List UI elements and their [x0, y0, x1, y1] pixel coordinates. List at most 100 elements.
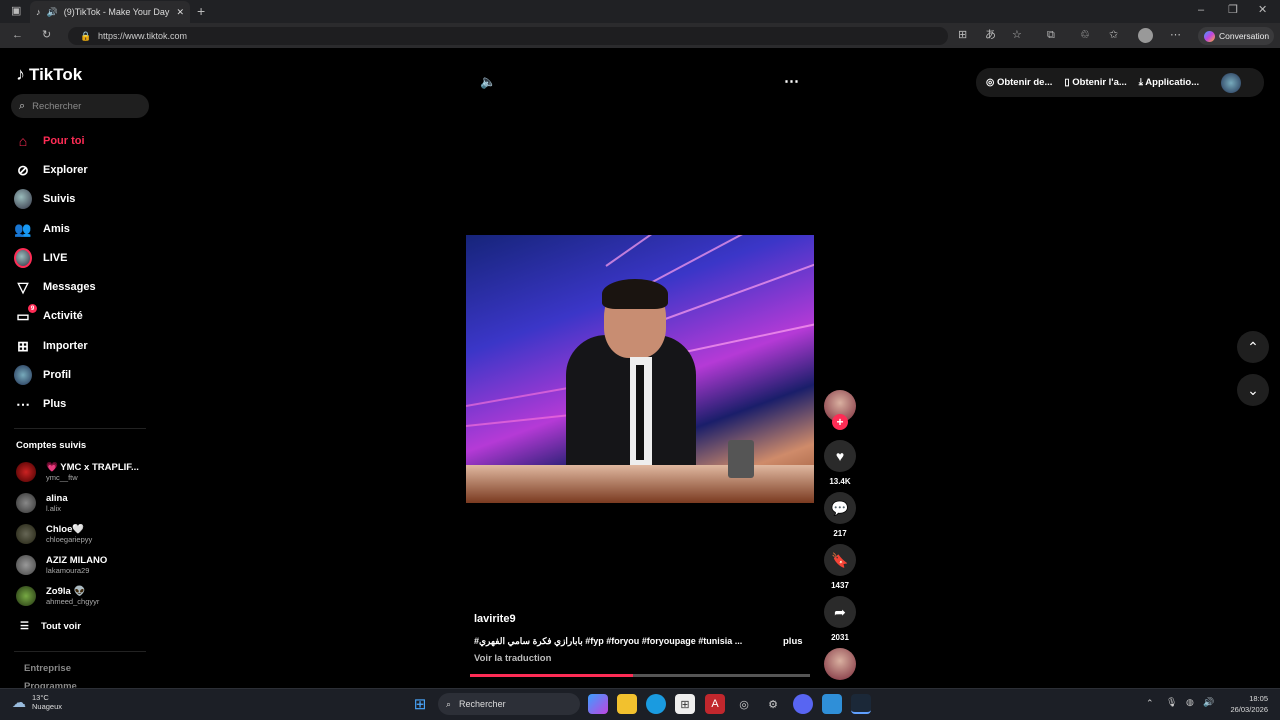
settings-icon[interactable]: ⚙: [763, 694, 783, 714]
temperature: 13°C: [32, 693, 49, 702]
windows-start-icon[interactable]: ⊞: [410, 694, 430, 714]
follow-plus-icon[interactable]: +: [832, 414, 848, 430]
comment-icon: 💬: [831, 499, 849, 516]
search-placeholder: Rechercher: [32, 100, 82, 112]
lock-icon: 🔒: [80, 31, 92, 41]
copilot-icon: [1204, 30, 1215, 42]
search-input[interactable]: ⌕ Rechercher: [11, 94, 149, 118]
chevron-up-icon: ⌃: [1247, 338, 1259, 355]
extensions-icon[interactable]: ⧉: [1047, 30, 1055, 41]
translate-icon[interactable]: あ: [985, 30, 996, 41]
chevron-down-icon: ⌄: [1247, 381, 1259, 398]
nav-label: Plus: [43, 398, 67, 410]
avatar: [16, 524, 36, 544]
video-author[interactable]: lavirite9: [474, 613, 516, 625]
sidebar-item-messages[interactable]: ▽ Messages: [14, 276, 96, 298]
more-options-icon[interactable]: ⋯: [784, 72, 799, 90]
sidebar-item-profil[interactable]: Profil: [14, 364, 71, 386]
get-coins-button[interactable]: ◎ Obtenir de...: [986, 77, 1052, 88]
sidebar-item-suivis[interactable]: Suivis: [14, 188, 75, 210]
followed-account[interactable]: 💗 YMC x TRAPLIF... ymc__ftw: [16, 462, 139, 482]
desktop-app-label: Applicatio...: [1145, 77, 1200, 88]
sidebar-item-pour-toi[interactable]: ⌂ Pour toi: [14, 130, 85, 152]
favorite-icon[interactable]: ☆: [1012, 30, 1022, 41]
next-video-button[interactable]: ⌄: [1237, 374, 1269, 406]
acrobat-icon[interactable]: A: [705, 694, 725, 714]
followed-account[interactable]: Chloe🤍 chloegariepyy: [16, 524, 92, 544]
steam-icon[interactable]: [851, 694, 871, 714]
weather-widget[interactable]: ☁ 13°C Nuageux: [12, 693, 62, 711]
footer-link-programme[interactable]: Programme: [24, 681, 77, 688]
presenter-tie: [636, 365, 644, 460]
sound-avatar[interactable]: [824, 648, 856, 680]
send-icon: ▽: [17, 278, 29, 295]
account-name: Chloe🤍: [46, 524, 85, 535]
activity-icon: ▭ 9: [14, 304, 37, 325]
footer-link-entreprise[interactable]: Entreprise: [24, 663, 71, 674]
settings-more-icon[interactable]: ⋯: [1170, 30, 1181, 41]
store-icon[interactable]: ⊞: [675, 694, 695, 714]
minimize-icon[interactable]: –: [1198, 5, 1204, 16]
browser-essentials-icon[interactable]: ♲: [1080, 30, 1090, 41]
friends-icon: 👥: [14, 220, 32, 237]
profile-icon[interactable]: [1138, 28, 1153, 43]
restore-icon[interactable]: ❐: [1228, 5, 1238, 16]
volume-icon[interactable]: 🔈: [480, 74, 496, 90]
back-icon[interactable]: ←: [12, 30, 23, 41]
conversation-button[interactable]: Conversation: [1198, 27, 1274, 45]
discord-icon[interactable]: [793, 694, 813, 714]
get-app-button[interactable]: ▯ Obtenir l'a...: [1064, 77, 1126, 88]
see-all-button[interactable]: ☰ Tout voir: [20, 621, 81, 632]
sidebar-item-plus[interactable]: ⋯ Plus: [14, 393, 66, 415]
see-all-label: Tout voir: [40, 621, 81, 632]
sidebar-item-amis[interactable]: 👥 Amis: [14, 218, 70, 240]
sidebar-item-live[interactable]: LIVE: [14, 247, 67, 269]
like-button[interactable]: ♥: [824, 440, 856, 472]
followed-account[interactable]: AZIZ MILANO lakamoura29: [16, 555, 107, 575]
microphone-icon[interactable]: 🎙: [1166, 697, 1177, 708]
weather-text: Nuageux: [32, 702, 63, 711]
close-tab-icon[interactable]: ✕: [176, 7, 184, 18]
edge-icon[interactable]: [646, 694, 666, 714]
audio-icon[interactable]: 🔊: [47, 7, 58, 18]
url-input[interactable]: 🔒 https://www.tiktok.com: [68, 27, 948, 45]
previous-video-button[interactable]: ⌃: [1237, 331, 1269, 363]
app-icon[interactable]: ◎: [734, 694, 754, 714]
volume-tray-icon[interactable]: 🔊: [1203, 697, 1214, 708]
browser-tab[interactable]: ♪ 🔊 (9)TikTok - Make Your Day ✕: [30, 1, 190, 23]
tray-overflow-icon[interactable]: ⌃: [1146, 698, 1154, 709]
nav-label: Messages: [43, 281, 96, 293]
tiktok-logo[interactable]: ♪ TikTok: [16, 64, 82, 85]
followed-account[interactable]: Zo9la 👽 ahmeed_chgyyr: [16, 586, 99, 606]
video-player[interactable]: [466, 235, 814, 503]
taskbar-search[interactable]: ⌕ Rechercher: [438, 693, 580, 715]
clock[interactable]: 18:05 26/03/2026: [1222, 693, 1268, 715]
share-button[interactable]: ➦: [824, 596, 856, 628]
network-icon[interactable]: ◍: [1186, 697, 1194, 708]
translate-button[interactable]: Voir la traduction: [474, 653, 551, 664]
account-handle: chloegariepyy: [46, 535, 93, 544]
photos-icon[interactable]: [822, 694, 842, 714]
desktop-app-button[interactable]: ⤓ Applicatio...: [1139, 77, 1199, 88]
user-avatar[interactable]: [1221, 72, 1242, 93]
cloud-icon: ☁: [12, 693, 26, 710]
comment-button[interactable]: 💬: [824, 492, 856, 524]
new-tab-icon[interactable]: +: [197, 4, 205, 18]
more-caption-button[interactable]: plus: [783, 636, 803, 647]
sidebar-item-activite[interactable]: ▭ 9 Activité: [14, 304, 83, 327]
tiktok-favicon-icon: ♪: [36, 7, 41, 17]
favorites-bar-icon[interactable]: ✩: [1109, 30, 1118, 41]
save-button[interactable]: 🔖: [824, 544, 856, 576]
refresh-icon[interactable]: ↻: [42, 30, 51, 41]
nav-label: Activité: [43, 310, 83, 322]
divider: [14, 428, 146, 429]
window-close-icon[interactable]: ✕: [1258, 5, 1267, 16]
copilot-app-icon[interactable]: [588, 694, 608, 714]
followed-account[interactable]: alina l.alix: [16, 493, 68, 513]
account-name: 💗 YMC x TRAPLIF...: [46, 462, 139, 473]
window-menu-icon[interactable]: ▣: [11, 6, 21, 17]
app-available-icon[interactable]: ⊞: [958, 30, 967, 41]
file-explorer-icon[interactable]: [617, 694, 637, 714]
sidebar-item-explorer[interactable]: ⊘ Explorer: [14, 159, 88, 181]
sidebar-item-importer[interactable]: ⊞ Importer: [14, 335, 88, 357]
